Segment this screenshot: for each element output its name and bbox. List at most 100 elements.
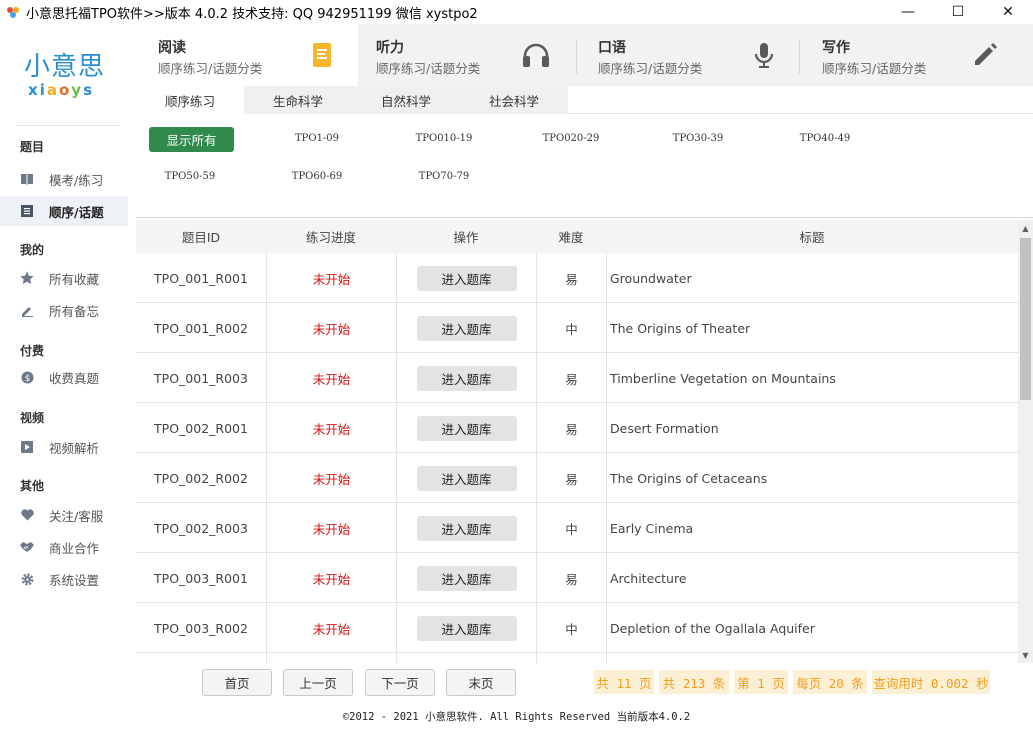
sidebar-item-label: 顺序/话题 xyxy=(49,204,104,220)
enter-bank-button[interactable]: 进入题库 xyxy=(416,515,517,541)
cell-id: TPO_002_R003 xyxy=(136,503,267,553)
window-title: 小意思托福TPO软件>>版本 4.0.2 技术支持: QQ 942951199 … xyxy=(26,6,478,22)
per-page: 每页 20 条 xyxy=(793,670,867,694)
filter-tpo60-69[interactable]: TPO60-69 xyxy=(287,171,347,182)
sidebar-item-sequence-topic[interactable]: 顺序/话题 xyxy=(0,196,128,226)
cell-action: 进入题库 xyxy=(397,303,537,353)
cell-difficulty: 中 xyxy=(537,603,607,653)
sidebar-item-favorites[interactable]: 所有收藏 xyxy=(0,263,128,293)
sidebar-item-settings[interactable]: 系统设置 xyxy=(0,564,128,594)
cell-title[interactable]: Depletion of the Ogallala Aquifer xyxy=(607,603,1018,653)
sidebar-item-label: 系统设置 xyxy=(49,572,100,588)
tab-title: 口语 xyxy=(598,40,626,56)
sidebar-item-follow-support[interactable]: 关注/客服 xyxy=(0,500,128,530)
maximize-button[interactable]: ☐ xyxy=(933,0,983,24)
cell-difficulty: 易 xyxy=(537,453,607,503)
pen-icon xyxy=(970,40,1000,70)
document-icon xyxy=(308,40,338,70)
copyright-footer: ©2012 - 2021 小意思软件. All Rights Reserved … xyxy=(342,711,691,723)
cell-id: TPO_003_R002 xyxy=(136,603,267,653)
cell-difficulty: 中 xyxy=(537,303,607,353)
cell-title[interactable]: Early Cinema xyxy=(607,503,1018,553)
close-button[interactable]: ✕ xyxy=(983,0,1033,24)
sidebar-item-mock-practice[interactable]: 模考/练习 xyxy=(0,164,128,194)
enter-bank-button[interactable]: 进入题库 xyxy=(416,315,517,341)
table-row xyxy=(136,653,1018,663)
tab-speaking[interactable]: 口语 顺序练习/话题分类 xyxy=(577,24,799,86)
cell-title[interactable]: Timberline Vegetation on Mountains xyxy=(607,353,1018,403)
enter-bank-button[interactable]: 进入题库 xyxy=(416,265,517,291)
logo-subtext: xiaoys xyxy=(28,82,114,98)
tab-sequence-practice[interactable]: 顺序练习 xyxy=(136,86,244,114)
cell-title[interactable]: The Origins of Cetaceans xyxy=(607,453,1018,503)
table-scrollbar[interactable]: ▲ ▼ xyxy=(1018,220,1033,663)
cell-title[interactable]: Architecture xyxy=(607,553,1018,603)
cell-title[interactable]: The Origins of Theater xyxy=(607,303,1018,353)
enter-bank-button[interactable]: 进入题库 xyxy=(416,415,517,441)
total-pages: 共 11 页 xyxy=(594,670,654,694)
filter-tpo20-29[interactable]: TPO020-29 xyxy=(541,133,601,144)
star-icon xyxy=(20,271,34,285)
scrollbar-thumb[interactable] xyxy=(1020,238,1031,400)
enter-bank-button[interactable]: 进入题库 xyxy=(416,565,517,591)
sidebar-item-label: 商业合作 xyxy=(49,540,100,556)
last-page-button[interactable]: 末页 xyxy=(446,669,516,696)
filter-tpo40-49[interactable]: TPO40-49 xyxy=(795,133,855,144)
pencil-icon xyxy=(20,303,34,317)
next-page-button[interactable]: 下一页 xyxy=(365,669,435,696)
enter-bank-button[interactable]: 进入题库 xyxy=(416,465,517,491)
filter-tpo1-09[interactable]: TPO1-09 xyxy=(287,133,347,144)
enter-bank-button[interactable]: 进入题库 xyxy=(416,365,517,391)
scroll-up-arrow-icon[interactable]: ▲ xyxy=(1018,220,1033,236)
tab-title: 写作 xyxy=(822,40,850,56)
sidebar-item-paid-questions[interactable]: $ 收费真题 xyxy=(0,362,128,392)
tab-social-science[interactable]: 社会科学 xyxy=(460,86,568,114)
filter-tpo30-39[interactable]: TPO30-39 xyxy=(668,133,728,144)
logo-letter: s xyxy=(83,81,94,99)
cell-id: TPO_002_R002 xyxy=(136,453,267,503)
section-nav: 阅读 顺序练习/话题分类 听力 顺序练习/话题分类 口语 顺序练习/话题分类 写… xyxy=(136,24,1033,86)
sidebar-item-label: 关注/客服 xyxy=(49,508,104,524)
sidebar-item-label: 收费真题 xyxy=(49,370,100,386)
cell-progress: 未开始 xyxy=(267,503,397,553)
cell-difficulty xyxy=(537,653,607,663)
table-body: TPO_001_R001 未开始 进入题库 易 Groundwater TPO_… xyxy=(136,253,1018,663)
sidebar-item-business[interactable]: 商业合作 xyxy=(0,532,128,562)
logo: 小意思 xiaoys xyxy=(24,52,114,102)
show-all-button[interactable]: 显示所有 xyxy=(149,127,234,152)
filter-tpo10-19[interactable]: TPO010-19 xyxy=(414,133,474,144)
tab-subtitle: 顺序练习/话题分类 xyxy=(598,61,703,76)
scroll-down-arrow-icon[interactable]: ▼ xyxy=(1018,647,1033,663)
sidebar-item-label: 所有收藏 xyxy=(49,271,100,287)
sidebar-group-mine: 我的 xyxy=(20,243,45,257)
cell-title[interactable]: Desert Formation xyxy=(607,403,1018,453)
sidebar-item-video-analysis[interactable]: 视频解析 xyxy=(0,432,128,462)
sidebar-item-memos[interactable]: 所有备忘 xyxy=(0,295,128,325)
first-page-button[interactable]: 首页 xyxy=(202,669,272,696)
filter-tpo70-79[interactable]: TPO70-79 xyxy=(414,171,474,182)
cell-title[interactable]: Groundwater xyxy=(607,253,1018,303)
tab-writing[interactable]: 写作 顺序练习/话题分类 xyxy=(800,24,1033,86)
header-id: 题目ID xyxy=(181,230,221,245)
cell-progress: 未开始 xyxy=(267,353,397,403)
prev-page-button[interactable]: 上一页 xyxy=(283,669,353,696)
cell-id: TPO_001_R002 xyxy=(136,303,267,353)
cell-id: TPO_003_R001 xyxy=(136,553,267,603)
minimize-button[interactable]: — xyxy=(883,0,933,24)
cell-progress xyxy=(267,653,397,663)
tab-subtitle: 顺序练习/话题分类 xyxy=(822,61,927,76)
tab-natural-science[interactable]: 自然科学 xyxy=(352,86,460,114)
range-filters: 显示所有 TPO1-09 TPO010-19 TPO020-29 TPO30-3… xyxy=(136,114,1033,218)
tab-listening[interactable]: 听力 顺序练习/话题分类 xyxy=(358,24,576,86)
tab-life-science[interactable]: 生命科学 xyxy=(244,86,352,114)
total-items: 共 213 条 xyxy=(659,670,729,694)
tab-subtitle: 顺序练习/话题分类 xyxy=(158,61,263,76)
svg-text:$: $ xyxy=(24,374,30,384)
sidebar-item-label: 所有备忘 xyxy=(49,303,100,319)
filter-tpo50-59[interactable]: TPO50-59 xyxy=(160,171,220,182)
cell-action: 进入题库 xyxy=(397,403,537,453)
enter-bank-button[interactable]: 进入题库 xyxy=(416,615,517,641)
cell-action: 进入题库 xyxy=(397,503,537,553)
tab-reading[interactable]: 阅读 顺序练习/话题分类 xyxy=(136,24,358,86)
logo-letter: y xyxy=(71,81,84,99)
